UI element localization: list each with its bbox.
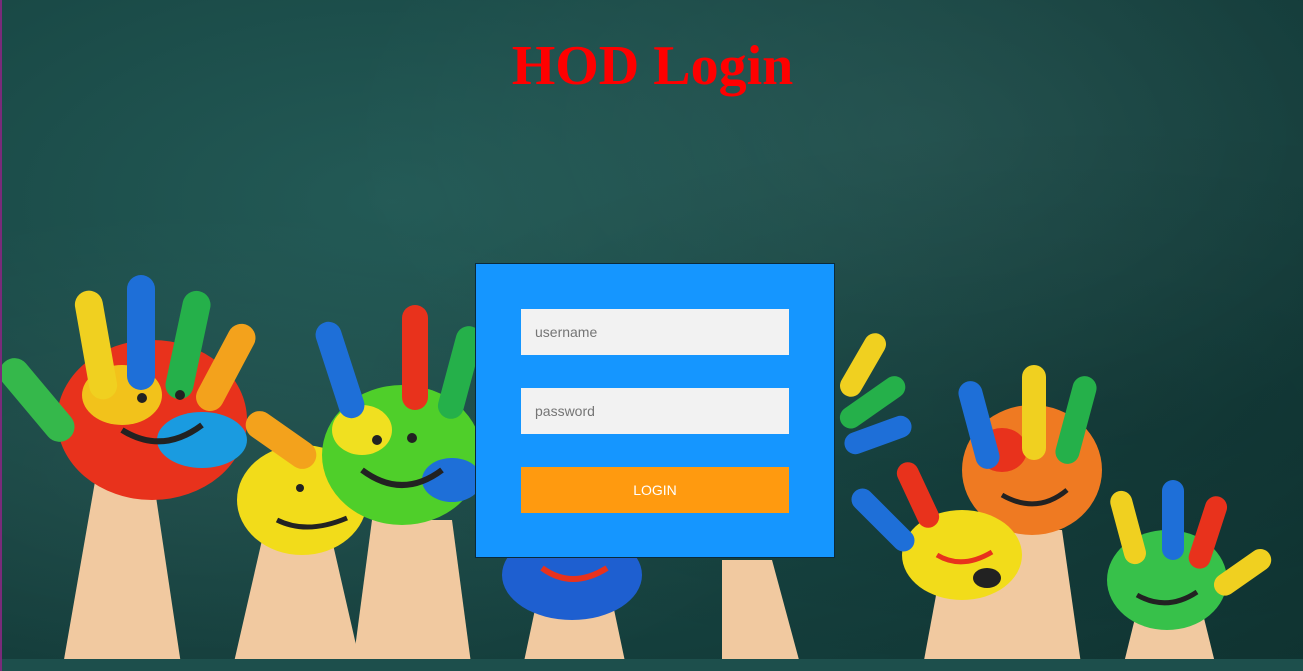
password-input[interactable] (521, 388, 789, 434)
bottom-strip (2, 659, 1303, 671)
painted-hand-peek (839, 333, 912, 455)
painted-hand-far-right (1107, 480, 1272, 671)
painted-hand-left (2, 275, 256, 671)
login-page: HOD Login LOGIN (0, 0, 1303, 671)
username-input[interactable] (521, 309, 789, 355)
arm (722, 560, 802, 671)
login-panel: LOGIN (475, 263, 835, 558)
login-button[interactable]: LOGIN (521, 467, 789, 513)
page-title: HOD Login (511, 35, 794, 97)
